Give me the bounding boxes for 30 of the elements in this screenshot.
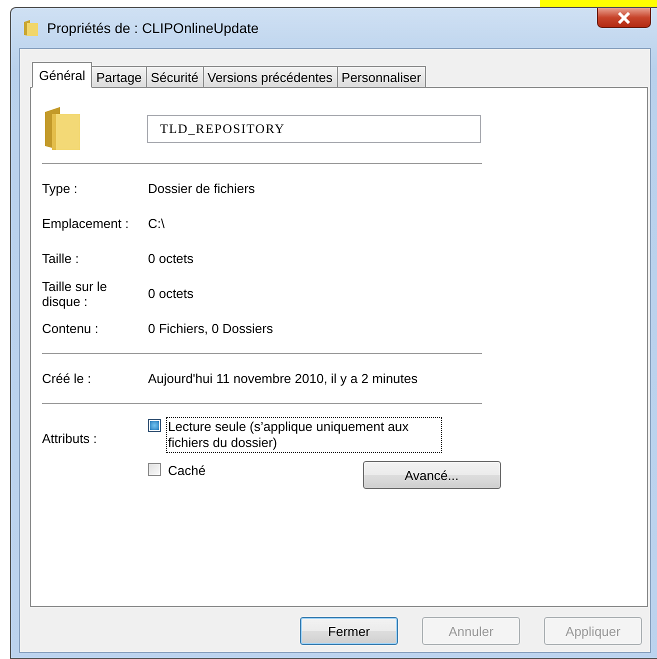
property-value: 0 octets: [148, 286, 194, 301]
property-value: 0 Fichiers, 0 Dossiers: [148, 321, 273, 336]
property-label: Taille sur le disque :: [42, 278, 108, 308]
property-value: Aujourd'hui 11 novembre 2010, il y a 2 minutes: [148, 371, 418, 386]
checkbox-label[interactable]: Lecture seule (s’applique uniquement aux fichiers du dossier): [166, 417, 442, 453]
window-title: Propriétés de : CLIPOnlineUpdate: [47, 20, 259, 36]
tab[interactable]: Personnaliser: [338, 66, 426, 88]
property-label: Créé le :: [42, 371, 92, 386]
close-icon: [617, 12, 631, 24]
tab[interactable]: Versions précédentes: [204, 66, 338, 88]
property-value: Dossier de fichiers: [148, 181, 255, 196]
checkbox[interactable]: [148, 419, 161, 432]
name-field[interactable]: TLD_REPOSITORY: [147, 115, 481, 143]
property-label: Type :: [42, 181, 78, 196]
folder-icon: [42, 106, 82, 152]
property-label: Taille :: [42, 251, 80, 266]
advanced-button[interactable]: Avancé...: [362, 461, 501, 489]
close-button[interactable]: [597, 8, 651, 28]
dialog-button[interactable]: Fermer: [300, 617, 398, 645]
tab[interactable]: Partage: [92, 66, 147, 88]
property-value: 0 octets: [148, 251, 194, 266]
property-label: Attributs :: [42, 431, 98, 448]
property-value: C:\: [148, 216, 165, 231]
tab[interactable]: Sécurité: [146, 66, 204, 88]
folder-icon: [23, 19, 39, 37]
checkbox[interactable]: [148, 463, 161, 476]
property-label: Emplacement :: [42, 216, 130, 231]
property-label: Contenu :: [42, 321, 100, 336]
checkbox-label[interactable]: Caché: [166, 461, 208, 481]
tab[interactable]: Général: [32, 62, 92, 88]
